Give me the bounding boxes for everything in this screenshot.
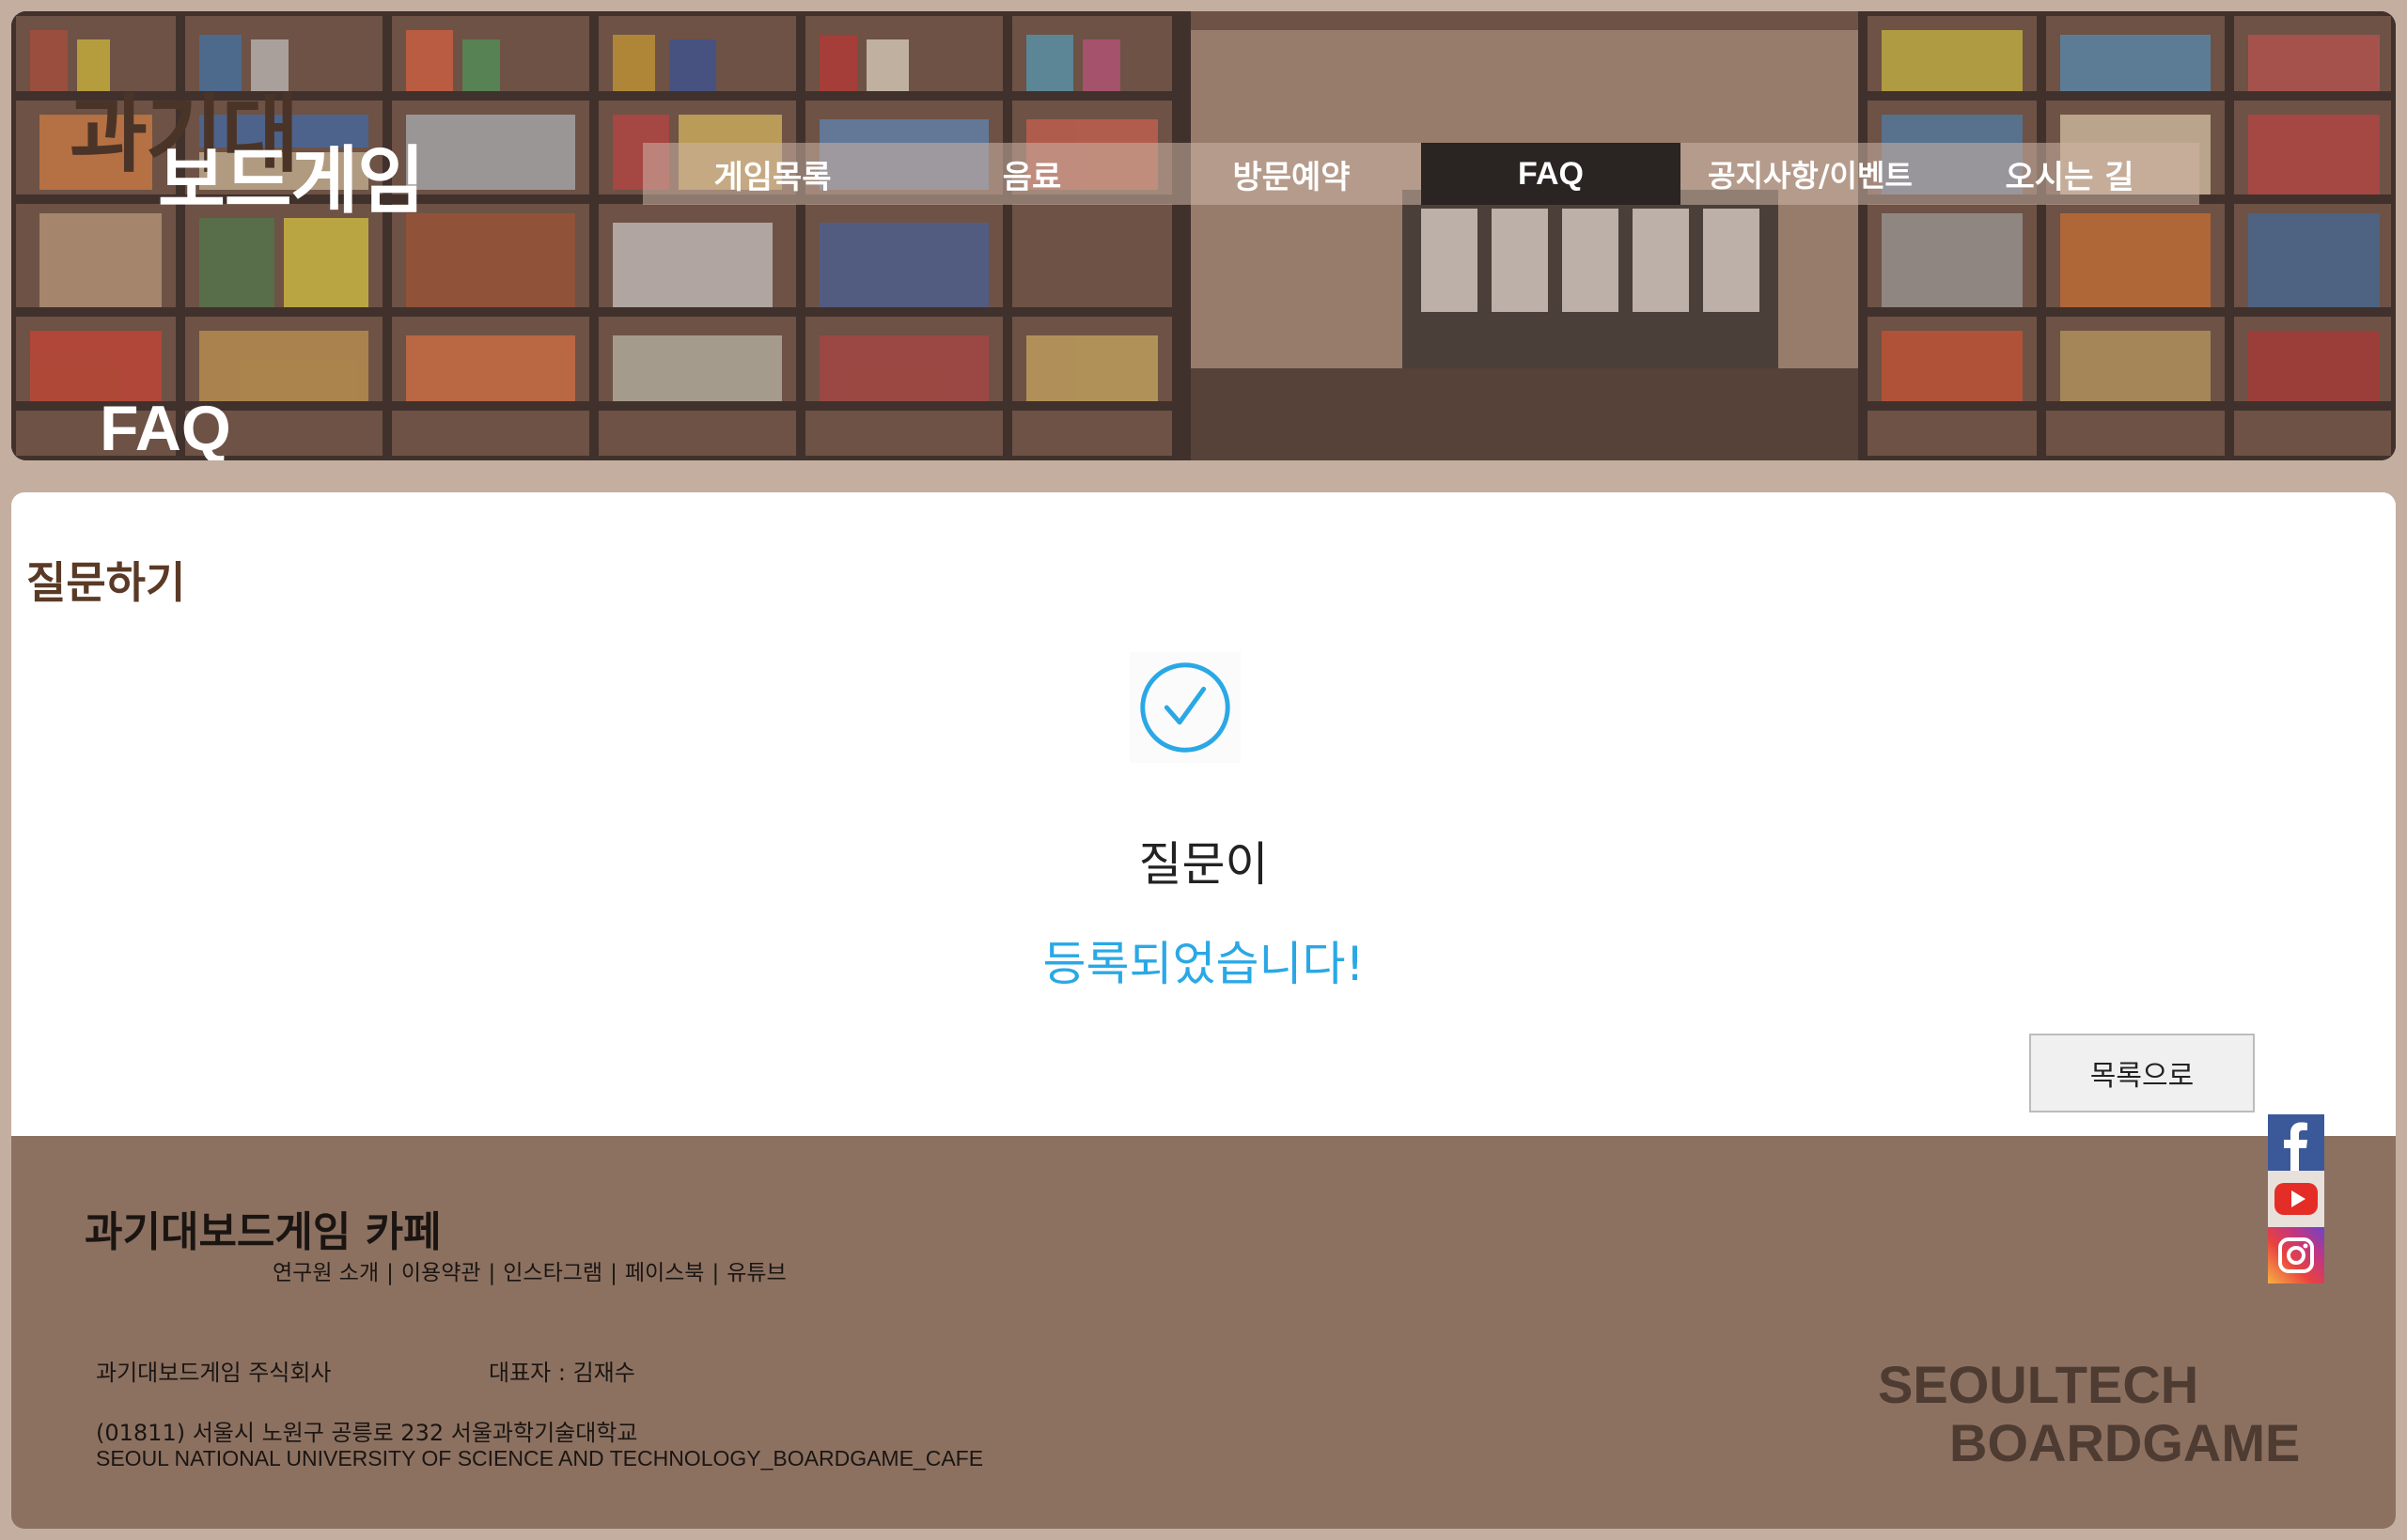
footer-link-terms[interactable]: 이용약관 xyxy=(401,1261,481,1285)
youtube-icon[interactable] xyxy=(2268,1171,2324,1227)
company-name: 과기대보드게임 주식회사 xyxy=(96,1360,332,1386)
footer-logo-line2: BOARDGAME xyxy=(1949,1413,2301,1472)
divider: | xyxy=(610,1261,617,1285)
divider: | xyxy=(386,1261,394,1285)
page-title: FAQ xyxy=(100,393,231,460)
confirmation-message: 질문이 xyxy=(1138,837,1269,892)
nav-item-faq[interactable]: FAQ xyxy=(1421,143,1680,205)
nav-item-game-list[interactable]: 게임목록 xyxy=(643,143,902,205)
nav-item-reservation[interactable]: 방문예약 xyxy=(1162,143,1421,205)
hero-overlay xyxy=(11,11,2396,460)
footer: 과기대보드게임 카페 연구원 소개 | 이용약관 | 인스타그램 | 페이스북 | 유튜브 과기… xyxy=(11,1136,2396,1529)
ceo-name: 대표자 : 김재수 xyxy=(489,1360,635,1386)
footer-link-instagram[interactable]: 인스타그램 xyxy=(503,1261,602,1285)
facebook-icon[interactable] xyxy=(2268,1114,2324,1171)
footer-links: 연구원 소개 | 이용약관 | 인스타그램 | 페이스북 | 유튜브 xyxy=(273,1254,787,1286)
nav-item-drinks[interactable]: 음료 xyxy=(902,143,1162,205)
logo-text-bottom[interactable]: 보드게임 xyxy=(158,122,425,227)
confirmation-message-highlight: 등록되었습니다! xyxy=(1042,937,1365,991)
check-circle-icon xyxy=(1130,652,1241,763)
main-nav: 게임목록 음료 방문예약 FAQ 공지사항/이벤트 오시는 길 xyxy=(643,143,2199,205)
address: (01811) 서울시 노원구 공릉로 232 서울과학기술대학교 xyxy=(96,1420,638,1446)
content-card: 질문하기 질문이 등록되었습니다! 목록으로 xyxy=(11,492,2396,1136)
footer-link-facebook[interactable]: 페이스북 xyxy=(625,1261,705,1285)
nav-item-notice-event[interactable]: 공지사항/이벤트 xyxy=(1680,143,1940,205)
footer-logo-line1: SEOULTECH xyxy=(1878,1355,2199,1414)
footer-brand: 과기대보드게임 카페 xyxy=(85,1208,442,1256)
divider: | xyxy=(488,1261,496,1285)
address-english: SEOUL NATIONAL UNIVERSITY OF SCIENCE AND… xyxy=(96,1446,984,1470)
footer-link-about[interactable]: 연구원 소개 xyxy=(273,1261,379,1285)
hero-banner: 과기대 보드게임 게임목록 음료 방문예약 FAQ 공지사항/이벤트 오시는 길… xyxy=(11,11,2396,460)
instagram-icon[interactable] xyxy=(2268,1227,2324,1283)
divider: | xyxy=(711,1261,720,1285)
section-title: 질문하기 xyxy=(26,557,186,608)
footer-link-youtube[interactable]: 유튜브 xyxy=(727,1261,786,1285)
nav-item-directions[interactable]: 오시는 길 xyxy=(1940,143,2199,205)
back-to-list-button[interactable]: 목록으로 xyxy=(2029,1034,2255,1112)
